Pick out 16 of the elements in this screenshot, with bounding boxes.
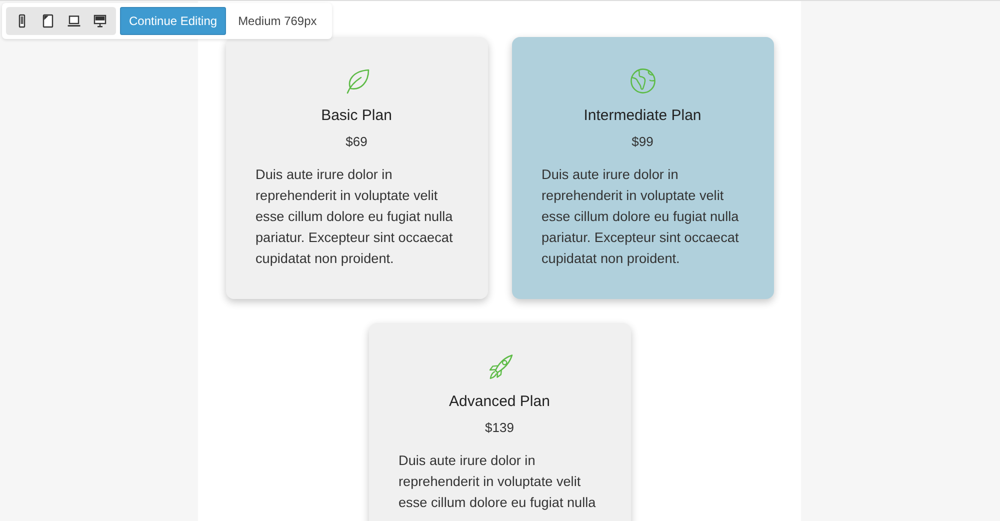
continue-editing-button[interactable]: Continue Editing xyxy=(120,7,226,35)
tablet-icon xyxy=(41,14,55,28)
plan-description: Duis aute irure dolor in reprehenderit in voluptate velit esse cillum dolore eu fugiat nulla pariatur. Excepteur sint occaecat cupidatat non proident. xyxy=(256,166,454,268)
plan-price: $99 xyxy=(632,133,654,151)
breakpoint-label: Medium 769px xyxy=(238,14,317,28)
plan-description: Duis aute irure dolor in reprehenderit in voluptate velit esse cillum dolore eu fugiat nulla pariatur. Excepteur sint occaecat cupidatat non proident. xyxy=(542,166,740,268)
plan-title: Advanced Plan xyxy=(449,392,550,412)
plan-description: Duis aute irure dolor in reprehenderit in voluptate velit esse cillum dolore eu fugiat nulla xyxy=(398,452,597,512)
plan-price: $139 xyxy=(485,419,514,437)
rocket-icon xyxy=(486,354,512,380)
desktop-icon xyxy=(93,14,107,28)
plan-title: Intermediate Plan xyxy=(584,106,702,126)
globe-icon xyxy=(630,68,656,94)
plan-price: $69 xyxy=(346,133,368,151)
plan-title: Basic Plan xyxy=(321,106,392,126)
laptop-icon xyxy=(67,14,81,28)
